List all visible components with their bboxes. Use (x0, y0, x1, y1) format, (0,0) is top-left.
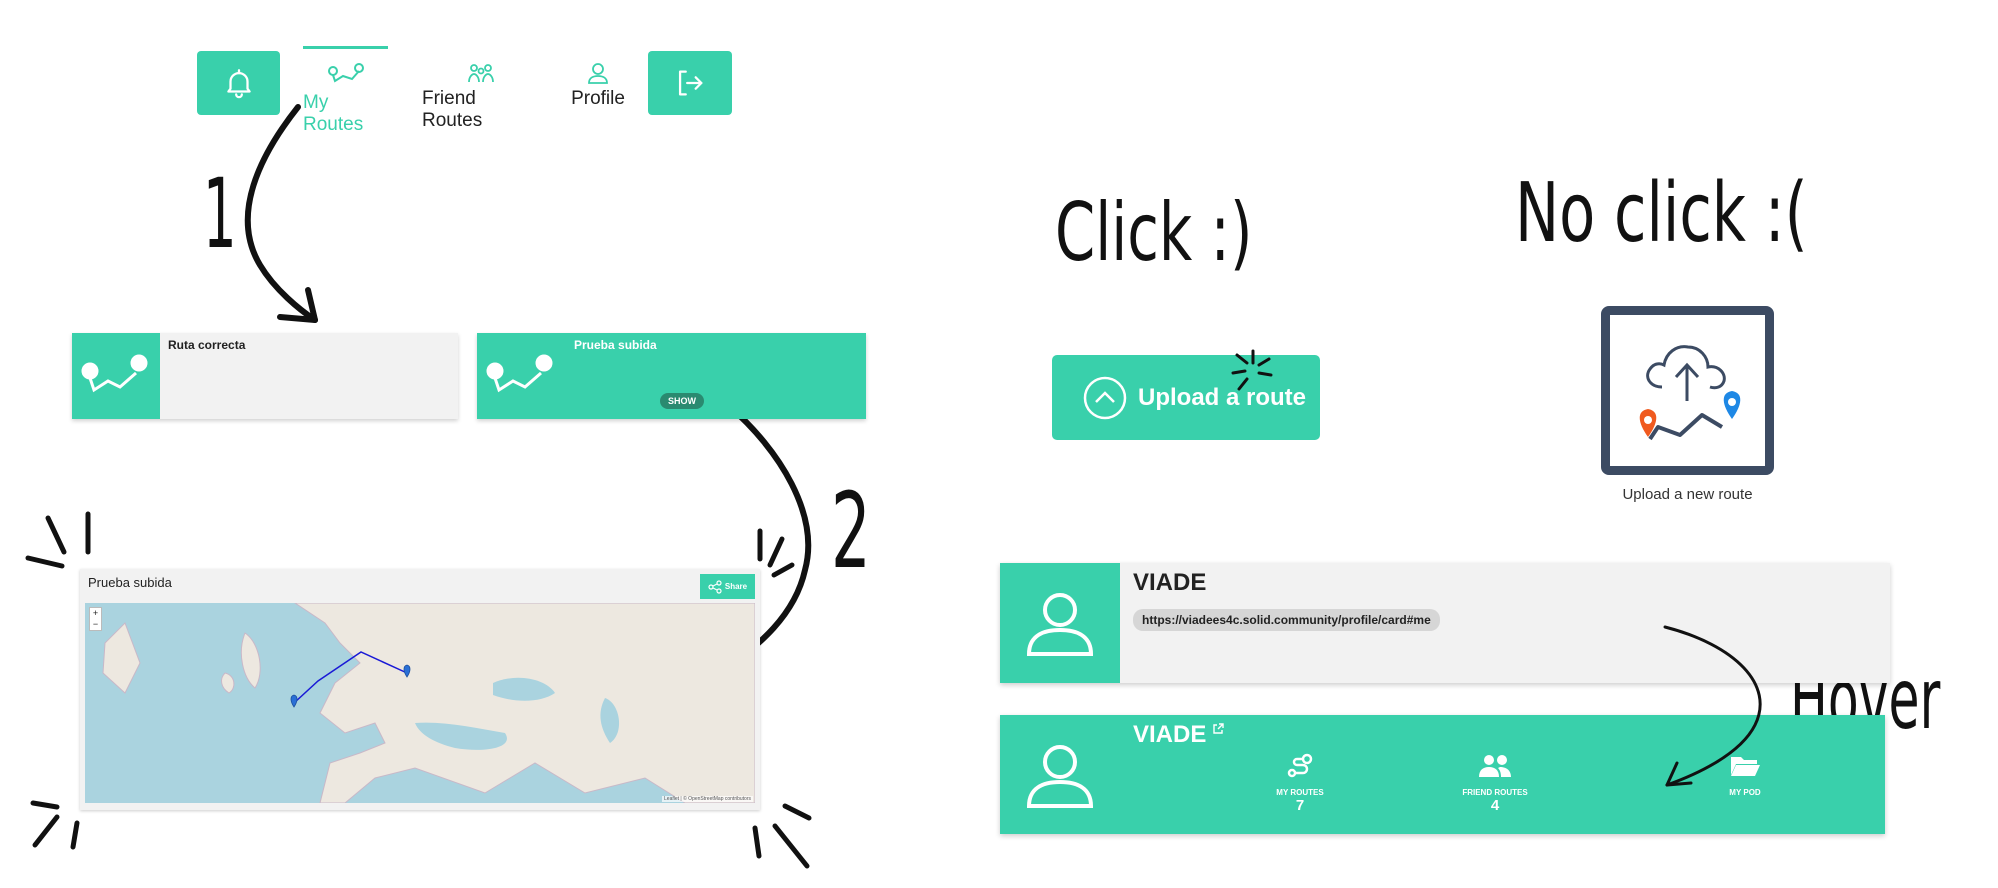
show-route-button[interactable]: SHOW (660, 393, 704, 409)
stat-friend-routes[interactable]: FRIEND ROUTES 4 (1420, 753, 1570, 814)
user-icon (588, 63, 608, 84)
user-icon (1026, 593, 1094, 656)
logout-icon (678, 70, 703, 96)
profile-webid-badge: https://viadees4c.solid.community/profil… (1133, 609, 1440, 631)
route-card[interactable]: Ruta correcta (72, 333, 458, 419)
stat-label: MY ROUTES (1276, 788, 1324, 797)
annotation-step-2: 2 (831, 470, 871, 592)
map-card-title: Prueba subida (88, 575, 172, 590)
annotation-arrow-hover (1663, 625, 1762, 787)
friends-icon (1479, 755, 1511, 777)
external-link-icon (1213, 723, 1225, 734)
emphasis-strokes-top-left (25, 511, 91, 569)
upload-new-route-tile (1601, 306, 1774, 475)
nav-profile[interactable]: Profile (570, 62, 626, 110)
annotation-no-click: No click :( (1515, 166, 1808, 261)
share-icon (708, 579, 722, 594)
map-zoom-control: + − (89, 607, 102, 631)
annotation-click: Click :) (1055, 186, 1253, 279)
route-map-card: Prueba subida Share + − Leaflet | © Open… (80, 569, 760, 810)
route-card[interactable]: Prueba subida SHOW (477, 333, 866, 419)
route-icon (81, 354, 148, 393)
stat-label: FRIEND ROUTES (1462, 788, 1528, 797)
route-icon (486, 354, 553, 393)
map-view[interactable]: + − Leaflet | © OpenStreetMap contributo… (85, 603, 755, 803)
profile-name-link[interactable]: VIADE (1133, 721, 1225, 749)
annotation-step-1: 1 (203, 158, 237, 270)
logout-button[interactable] (648, 51, 732, 115)
nav-friend-routes[interactable]: Friend Routes (422, 62, 540, 132)
profile-name: VIADE (1133, 721, 1207, 748)
nav-label-friend-routes: Friend Routes (422, 88, 483, 131)
route-thumbnail (477, 333, 565, 419)
user-icon (1026, 744, 1094, 808)
map-tiles (85, 603, 755, 803)
friends-icon (468, 64, 494, 83)
upload-route-button[interactable]: Upload a route (1052, 355, 1320, 440)
profile-name: VIADE (1133, 569, 1207, 596)
active-indicator (303, 46, 388, 49)
stat-value: 4 (1490, 797, 1500, 814)
nav-label-profile: Profile (571, 88, 625, 109)
stat-my-routes[interactable]: MY ROUTES 7 (1225, 753, 1375, 814)
upload-route-label: Upload a route (1138, 383, 1307, 411)
route-icon (327, 63, 364, 83)
click-burst-icon (1231, 349, 1273, 391)
zoom-out-button[interactable]: − (90, 619, 101, 630)
route-title: Prueba subida (574, 338, 657, 352)
avatar (1000, 715, 1120, 834)
cloud-upload-icon (1639, 345, 1741, 441)
route-title: Ruta correcta (168, 338, 246, 352)
route-thumbnail (72, 333, 160, 419)
share-button[interactable]: Share (700, 574, 755, 599)
avatar (1000, 563, 1120, 683)
stat-value: 7 (1295, 797, 1305, 814)
share-label: Share (724, 582, 748, 591)
route-icon (1287, 753, 1313, 778)
upload-new-route-label: Upload a new route (1622, 486, 1753, 503)
zoom-in-button[interactable]: + (90, 608, 101, 619)
map-attribution[interactable]: Leaflet | © OpenStreetMap contributors (662, 796, 753, 802)
chevron-up-circle-icon (1083, 376, 1127, 419)
